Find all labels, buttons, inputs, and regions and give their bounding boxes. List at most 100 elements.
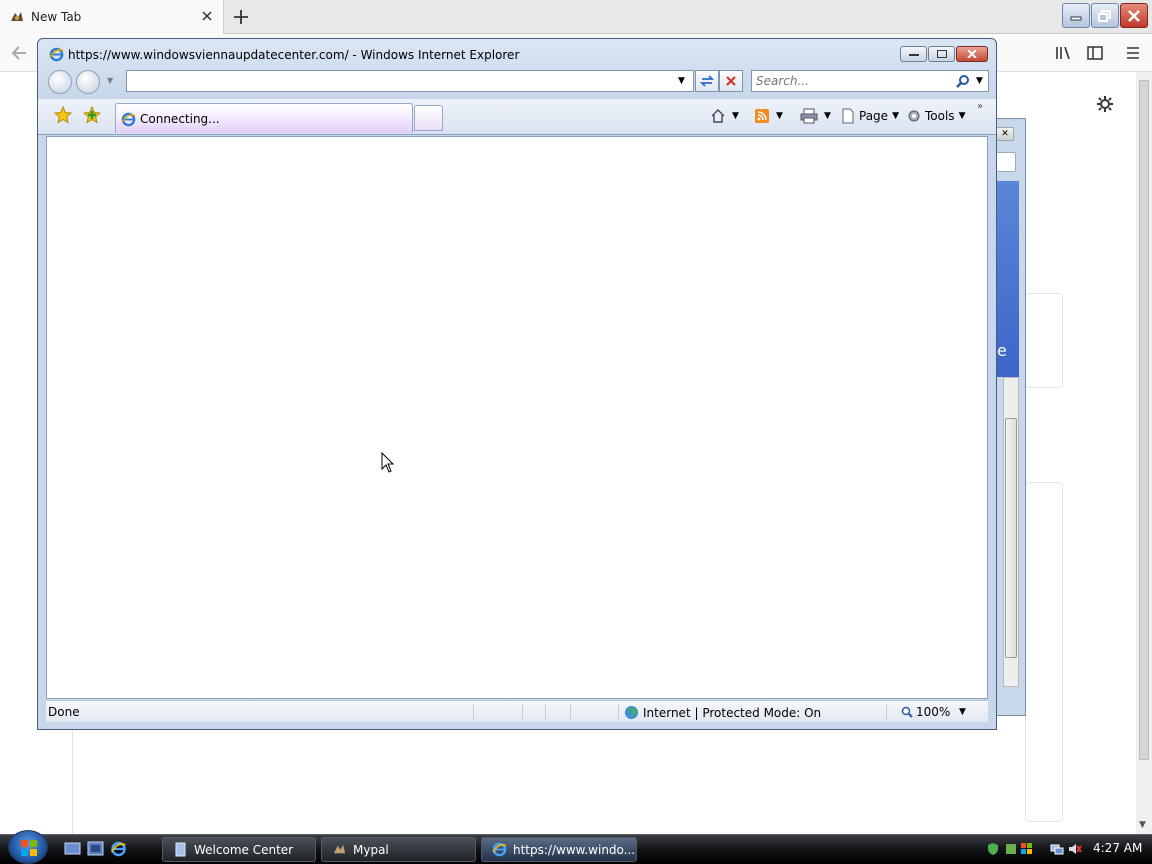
page-menu-label: Page <box>859 109 889 123</box>
taskbar-button-label: Mypal <box>353 842 389 857</box>
close-tab-icon[interactable] <box>200 9 214 23</box>
ie-logo-icon <box>492 842 507 857</box>
address-dropdown-icon[interactable]: ▼ <box>678 76 685 86</box>
close-button[interactable] <box>1120 3 1148 28</box>
taskbar-button-label: Welcome Center <box>194 842 294 857</box>
clock[interactable]: 4:27 AM <box>1093 841 1142 855</box>
ie-window: https://www.windowsviennaupdatecenter.co… <box>37 38 997 730</box>
ie-page-content[interactable] <box>46 136 988 699</box>
start-button[interactable] <box>8 830 48 864</box>
ie-window-title: https://www.windowsviennaupdatecenter.co… <box>68 48 520 62</box>
status-separator <box>618 704 619 720</box>
minimize-button[interactable] <box>1062 3 1090 28</box>
print-dropdown-icon[interactable]: ▼ <box>824 111 831 121</box>
command-bar-overflow-icon[interactable]: » <box>977 101 983 112</box>
ie-refresh-button[interactable] <box>695 70 719 92</box>
background-card <box>1025 293 1063 388</box>
behind-window-banner-text: e <box>997 341 1007 360</box>
close-icon <box>1128 9 1140 22</box>
ie-logo-icon <box>49 47 64 62</box>
page-dropdown-icon: ▼ <box>892 111 899 121</box>
welcome-center-icon <box>175 842 186 857</box>
ie-stop-button[interactable] <box>719 70 743 92</box>
ie-address-bar[interactable]: ▼ <box>126 70 694 92</box>
print-button[interactable]: ▼ <box>800 107 831 125</box>
favorites-star-icon[interactable] <box>54 106 72 124</box>
mypal-logo-icon <box>333 844 346 854</box>
zoom-dropdown-icon[interactable]: ▼ <box>959 707 966 717</box>
history-dropdown-icon[interactable]: ▼ <box>107 76 113 85</box>
search-magnifier-icon[interactable] <box>956 74 970 88</box>
tools-menu-label: Tools <box>925 109 955 123</box>
behind-window-close-button[interactable]: ✕ <box>996 127 1014 141</box>
taskbar-button-welcome-center[interactable]: Welcome Center <box>162 837 316 862</box>
rss-feed-icon <box>755 109 769 123</box>
stop-x-icon <box>726 76 736 86</box>
system-tray: 4:27 AM <box>980 836 1152 864</box>
security-shield-icon[interactable] <box>986 842 1000 856</box>
mouse-cursor-icon <box>381 452 395 473</box>
behind-window-scrollbar-thumb[interactable] <box>1005 418 1017 658</box>
behind-window-banner: e <box>997 181 1019 377</box>
hamburger-menu-icon[interactable] <box>1124 44 1142 62</box>
library-icon[interactable] <box>1054 44 1072 62</box>
tools-menu[interactable]: Tools ▼ <box>906 107 965 125</box>
tools-gear-icon <box>908 110 920 122</box>
feeds-dropdown-icon[interactable]: ▼ <box>776 111 783 121</box>
close-icon <box>967 50 977 58</box>
taskbar-button-ie[interactable]: https://www.windo... <box>481 837 637 862</box>
new-tab-plus-icon[interactable] <box>231 7 251 27</box>
update-icon[interactable] <box>1004 842 1018 856</box>
ie-new-tab-button[interactable] <box>414 105 443 131</box>
add-favorites-icon[interactable] <box>83 106 101 124</box>
security-zone-label: Internet | Protected Mode: On <box>643 705 822 720</box>
status-separator <box>545 704 546 720</box>
zoom-magnifier-icon <box>901 706 913 718</box>
behind-window-search-icon[interactable] <box>996 152 1016 172</box>
background-scrollbar[interactable]: ▼ <box>1136 72 1152 836</box>
scrollbar-thumb[interactable] <box>1139 80 1149 760</box>
volume-muted-icon[interactable] <box>1068 842 1082 856</box>
security-zone[interactable]: Internet | Protected Mode: On <box>624 705 821 720</box>
refresh-icon <box>700 75 714 87</box>
ie-minimize-button[interactable] <box>900 46 927 62</box>
ie-titlebar[interactable]: https://www.windowsviennaupdatecenter.co… <box>38 39 996 69</box>
network-icon[interactable] <box>1050 842 1064 856</box>
behind-window-scrollbar[interactable] <box>1003 377 1019 687</box>
restore-button[interactable] <box>1091 3 1119 28</box>
minimize-icon <box>908 54 919 56</box>
ie-back-button[interactable] <box>48 70 72 94</box>
home-dropdown-icon[interactable]: ▼ <box>732 111 739 121</box>
ie-maximize-button[interactable] <box>928 46 955 62</box>
ie-page-icon <box>121 112 136 127</box>
ie-forward-button[interactable] <box>76 70 100 94</box>
printer-icon <box>800 108 818 124</box>
ie-search-input[interactable] <box>752 71 948 91</box>
taskbar-button-mypal[interactable]: Mypal <box>321 837 476 862</box>
sidebar-icon[interactable] <box>1086 44 1104 62</box>
restore-icon <box>1098 9 1111 22</box>
page-icon <box>842 108 854 124</box>
ie-close-button[interactable] <box>956 46 988 62</box>
status-separator <box>570 704 571 720</box>
home-button[interactable]: ▼ <box>710 107 739 125</box>
zoom-control[interactable]: 100% <box>901 705 950 719</box>
tools-dropdown-icon: ▼ <box>958 111 966 121</box>
page-menu[interactable]: Page ▼ <box>840 107 899 125</box>
home-icon <box>711 109 725 123</box>
feeds-button[interactable]: ▼ <box>754 107 783 125</box>
ie-tab-connecting[interactable]: Connecting... <box>115 103 413 133</box>
back-arrow-icon[interactable] <box>6 41 34 65</box>
mypal-logo-icon <box>11 12 23 21</box>
ie-search-box[interactable]: ▼ <box>751 70 989 92</box>
settings-gear-icon[interactable] <box>1096 95 1114 113</box>
switch-windows-icon[interactable] <box>87 841 104 857</box>
show-desktop-icon[interactable] <box>64 841 81 857</box>
internet-globe-icon <box>624 705 639 720</box>
background-tab-new-tab[interactable]: New Tab <box>0 0 224 34</box>
ie-quicklaunch-icon[interactable] <box>110 841 127 857</box>
windows-flag-icon[interactable] <box>1020 842 1034 856</box>
status-separator <box>886 704 887 720</box>
scroll-down-arrow-icon[interactable]: ▼ <box>1139 820 1146 830</box>
search-dropdown-icon[interactable]: ▼ <box>976 76 983 86</box>
